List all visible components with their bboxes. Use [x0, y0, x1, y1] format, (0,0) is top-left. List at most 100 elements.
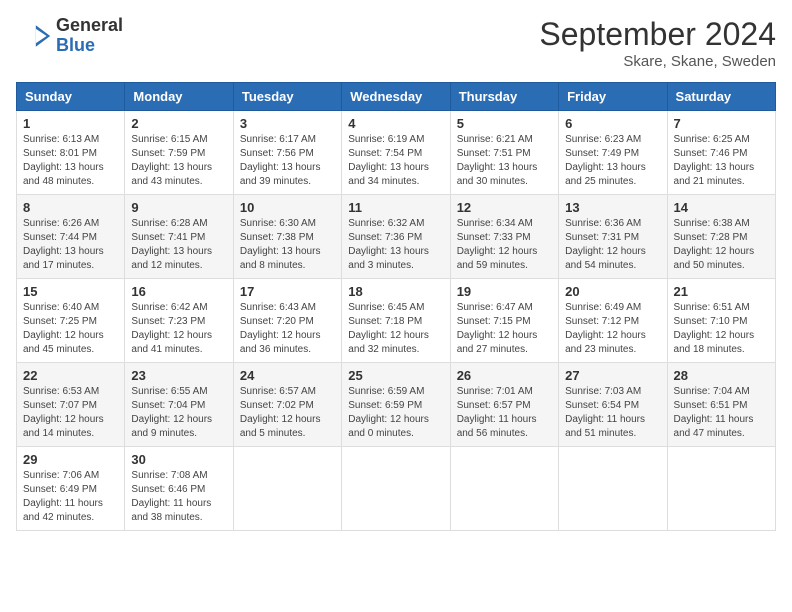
- calendar-cell: 5 Sunrise: 6:21 AMSunset: 7:51 PMDayligh…: [450, 111, 558, 195]
- day-number: 7: [674, 116, 769, 131]
- day-number: 10: [240, 200, 335, 215]
- calendar-cell: 3 Sunrise: 6:17 AMSunset: 7:56 PMDayligh…: [233, 111, 341, 195]
- calendar-cell: 12 Sunrise: 6:34 AMSunset: 7:33 PMDaylig…: [450, 195, 558, 279]
- week-row-3: 15 Sunrise: 6:40 AMSunset: 7:25 PMDaylig…: [17, 279, 776, 363]
- day-number: 4: [348, 116, 443, 131]
- calendar-cell: 20 Sunrise: 6:49 AMSunset: 7:12 PMDaylig…: [559, 279, 667, 363]
- calendar-cell: 26 Sunrise: 7:01 AMSunset: 6:57 PMDaylig…: [450, 363, 558, 447]
- day-info: Sunrise: 6:32 AMSunset: 7:36 PMDaylight:…: [348, 217, 443, 273]
- day-number: 29: [23, 452, 118, 467]
- calendar-cell: 13 Sunrise: 6:36 AMSunset: 7:31 PMDaylig…: [559, 195, 667, 279]
- week-row-1: 1 Sunrise: 6:13 AMSunset: 8:01 PMDayligh…: [17, 111, 776, 195]
- calendar-cell: 19 Sunrise: 6:47 AMSunset: 7:15 PMDaylig…: [450, 279, 558, 363]
- day-info: Sunrise: 7:01 AMSunset: 6:57 PMDaylight:…: [457, 385, 552, 441]
- calendar-cell: 21 Sunrise: 6:51 AMSunset: 7:10 PMDaylig…: [667, 279, 775, 363]
- day-number: 16: [131, 284, 226, 299]
- day-number: 3: [240, 116, 335, 131]
- day-info: Sunrise: 6:19 AMSunset: 7:54 PMDaylight:…: [348, 133, 443, 189]
- calendar-cell: 11 Sunrise: 6:32 AMSunset: 7:36 PMDaylig…: [342, 195, 450, 279]
- day-info: Sunrise: 7:04 AMSunset: 6:51 PMDaylight:…: [674, 385, 769, 441]
- calendar-cell: [559, 447, 667, 531]
- day-info: Sunrise: 6:13 AMSunset: 8:01 PMDaylight:…: [23, 133, 118, 189]
- calendar-cell: 30 Sunrise: 7:08 AMSunset: 6:46 PMDaylig…: [125, 447, 233, 531]
- day-info: Sunrise: 6:42 AMSunset: 7:23 PMDaylight:…: [131, 301, 226, 357]
- calendar-cell: 27 Sunrise: 7:03 AMSunset: 6:54 PMDaylig…: [559, 363, 667, 447]
- col-sunday: Sunday: [17, 83, 125, 111]
- calendar-cell: 6 Sunrise: 6:23 AMSunset: 7:49 PMDayligh…: [559, 111, 667, 195]
- day-info: Sunrise: 6:38 AMSunset: 7:28 PMDaylight:…: [674, 217, 769, 273]
- calendar-cell: 10 Sunrise: 6:30 AMSunset: 7:38 PMDaylig…: [233, 195, 341, 279]
- calendar-cell: 1 Sunrise: 6:13 AMSunset: 8:01 PMDayligh…: [17, 111, 125, 195]
- day-number: 9: [131, 200, 226, 215]
- day-number: 15: [23, 284, 118, 299]
- calendar-cell: 25 Sunrise: 6:59 AMSunset: 6:59 PMDaylig…: [342, 363, 450, 447]
- calendar-cell: 28 Sunrise: 7:04 AMSunset: 6:51 PMDaylig…: [667, 363, 775, 447]
- day-number: 6: [565, 116, 660, 131]
- calendar-cell: 7 Sunrise: 6:25 AMSunset: 7:46 PMDayligh…: [667, 111, 775, 195]
- day-number: 17: [240, 284, 335, 299]
- calendar-cell: [450, 447, 558, 531]
- calendar-cell: 15 Sunrise: 6:40 AMSunset: 7:25 PMDaylig…: [17, 279, 125, 363]
- day-info: Sunrise: 6:15 AMSunset: 7:59 PMDaylight:…: [131, 133, 226, 189]
- calendar-cell: 24 Sunrise: 6:57 AMSunset: 7:02 PMDaylig…: [233, 363, 341, 447]
- day-info: Sunrise: 6:40 AMSunset: 7:25 PMDaylight:…: [23, 301, 118, 357]
- col-saturday: Saturday: [667, 83, 775, 111]
- day-info: Sunrise: 6:45 AMSunset: 7:18 PMDaylight:…: [348, 301, 443, 357]
- day-info: Sunrise: 7:08 AMSunset: 6:46 PMDaylight:…: [131, 469, 226, 525]
- day-info: Sunrise: 6:53 AMSunset: 7:07 PMDaylight:…: [23, 385, 118, 441]
- calendar-cell: 18 Sunrise: 6:45 AMSunset: 7:18 PMDaylig…: [342, 279, 450, 363]
- day-number: 22: [23, 368, 118, 383]
- calendar-cell: 9 Sunrise: 6:28 AMSunset: 7:41 PMDayligh…: [125, 195, 233, 279]
- day-info: Sunrise: 7:06 AMSunset: 6:49 PMDaylight:…: [23, 469, 118, 525]
- calendar-cell: [342, 447, 450, 531]
- day-info: Sunrise: 6:47 AMSunset: 7:15 PMDaylight:…: [457, 301, 552, 357]
- title-block: September 2024 Skare, Skane, Sweden: [539, 16, 776, 70]
- month-title: September 2024: [539, 16, 776, 53]
- day-number: 28: [674, 368, 769, 383]
- day-number: 30: [131, 452, 226, 467]
- week-row-2: 8 Sunrise: 6:26 AMSunset: 7:44 PMDayligh…: [17, 195, 776, 279]
- day-number: 23: [131, 368, 226, 383]
- logo-general: General: [56, 16, 123, 36]
- logo-icon: [16, 18, 52, 54]
- day-number: 26: [457, 368, 552, 383]
- location: Skare, Skane, Sweden: [539, 53, 776, 70]
- day-number: 18: [348, 284, 443, 299]
- calendar-cell: 14 Sunrise: 6:38 AMSunset: 7:28 PMDaylig…: [667, 195, 775, 279]
- day-info: Sunrise: 6:34 AMSunset: 7:33 PMDaylight:…: [457, 217, 552, 273]
- day-info: Sunrise: 6:21 AMSunset: 7:51 PMDaylight:…: [457, 133, 552, 189]
- day-info: Sunrise: 6:57 AMSunset: 7:02 PMDaylight:…: [240, 385, 335, 441]
- logo-blue: Blue: [56, 36, 123, 56]
- day-number: 5: [457, 116, 552, 131]
- day-number: 13: [565, 200, 660, 215]
- calendar-cell: 4 Sunrise: 6:19 AMSunset: 7:54 PMDayligh…: [342, 111, 450, 195]
- calendar-table: Sunday Monday Tuesday Wednesday Thursday…: [16, 82, 776, 531]
- calendar-cell: [667, 447, 775, 531]
- day-info: Sunrise: 7:03 AMSunset: 6:54 PMDaylight:…: [565, 385, 660, 441]
- day-info: Sunrise: 6:23 AMSunset: 7:49 PMDaylight:…: [565, 133, 660, 189]
- col-monday: Monday: [125, 83, 233, 111]
- calendar-cell: 29 Sunrise: 7:06 AMSunset: 6:49 PMDaylig…: [17, 447, 125, 531]
- calendar-cell: 16 Sunrise: 6:42 AMSunset: 7:23 PMDaylig…: [125, 279, 233, 363]
- day-number: 12: [457, 200, 552, 215]
- day-number: 11: [348, 200, 443, 215]
- calendar-header-row: Sunday Monday Tuesday Wednesday Thursday…: [17, 83, 776, 111]
- col-thursday: Thursday: [450, 83, 558, 111]
- calendar-cell: [233, 447, 341, 531]
- day-info: Sunrise: 6:25 AMSunset: 7:46 PMDaylight:…: [674, 133, 769, 189]
- calendar-cell: 2 Sunrise: 6:15 AMSunset: 7:59 PMDayligh…: [125, 111, 233, 195]
- day-info: Sunrise: 6:55 AMSunset: 7:04 PMDaylight:…: [131, 385, 226, 441]
- day-number: 25: [348, 368, 443, 383]
- col-friday: Friday: [559, 83, 667, 111]
- week-row-5: 29 Sunrise: 7:06 AMSunset: 6:49 PMDaylig…: [17, 447, 776, 531]
- calendar-cell: 22 Sunrise: 6:53 AMSunset: 7:07 PMDaylig…: [17, 363, 125, 447]
- day-info: Sunrise: 6:51 AMSunset: 7:10 PMDaylight:…: [674, 301, 769, 357]
- day-number: 27: [565, 368, 660, 383]
- day-number: 20: [565, 284, 660, 299]
- logo-text: General Blue: [56, 16, 123, 56]
- day-number: 24: [240, 368, 335, 383]
- day-number: 19: [457, 284, 552, 299]
- day-info: Sunrise: 6:36 AMSunset: 7:31 PMDaylight:…: [565, 217, 660, 273]
- day-number: 2: [131, 116, 226, 131]
- col-tuesday: Tuesday: [233, 83, 341, 111]
